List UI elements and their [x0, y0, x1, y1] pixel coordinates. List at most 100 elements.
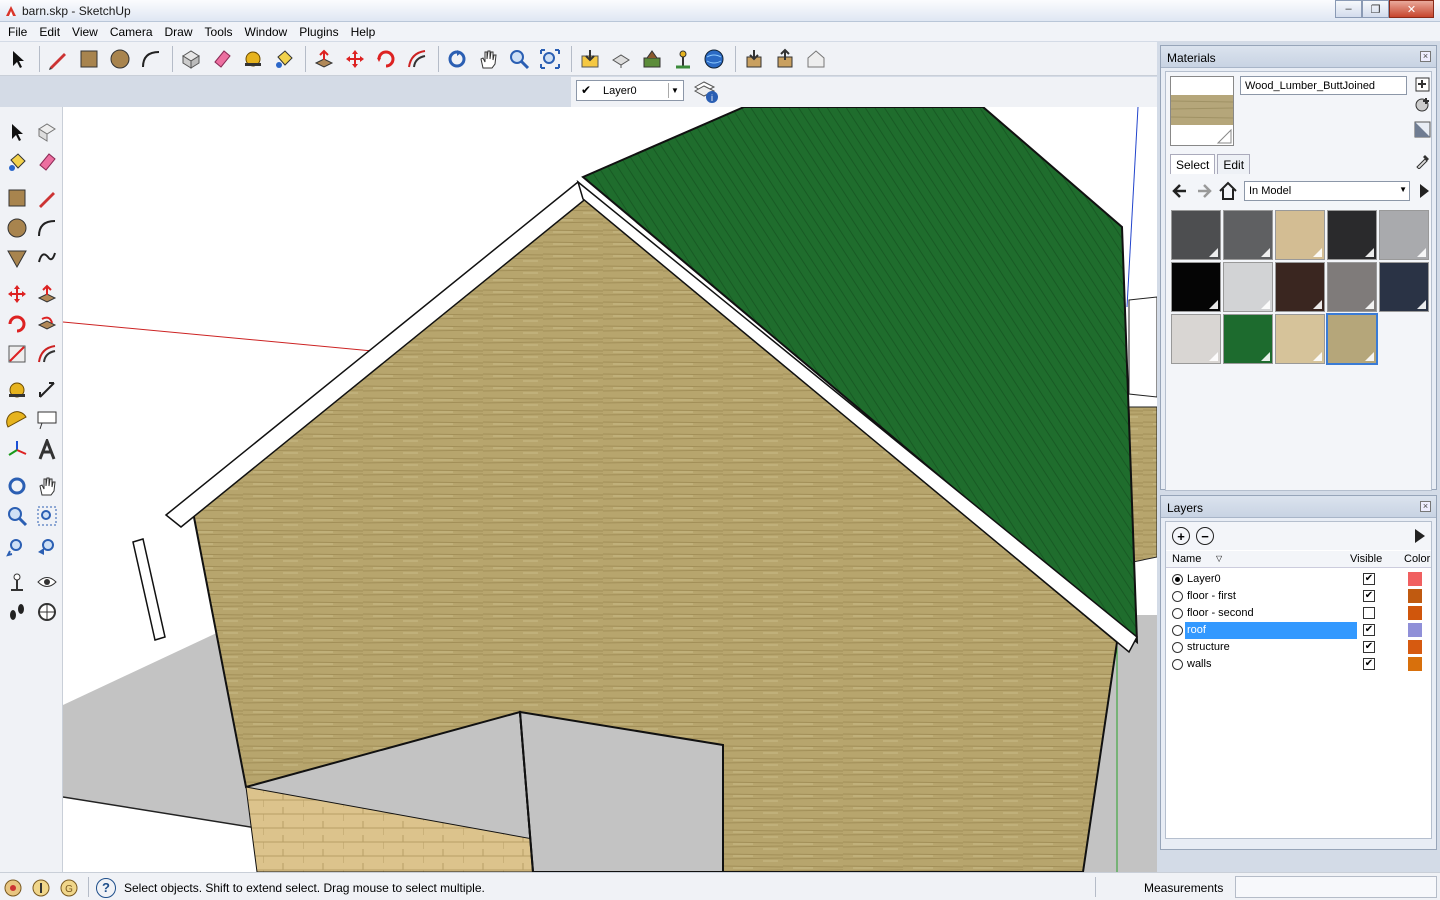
zoom-extents-button[interactable]: [2, 531, 32, 561]
line-tool-button[interactable]: [32, 183, 62, 213]
tape-measure-button[interactable]: [239, 45, 267, 73]
back-button[interactable]: [1170, 181, 1190, 201]
visible-checkbox[interactable]: ✔: [1363, 573, 1375, 585]
toggle-terrain-button[interactable]: [669, 45, 697, 73]
layer-row[interactable]: walls ✔: [1166, 656, 1431, 673]
look-around-button[interactable]: [32, 567, 62, 597]
offset-tool-button[interactable]: [32, 339, 62, 369]
pan-tool-button[interactable]: [474, 45, 502, 73]
get-models-button[interactable]: [576, 45, 604, 73]
visible-checkbox[interactable]: ✔: [1363, 624, 1375, 636]
layer-name[interactable]: floor - second: [1185, 605, 1357, 622]
component-download-button[interactable]: [740, 45, 768, 73]
layer-row[interactable]: floor - second: [1166, 605, 1431, 622]
tab-select[interactable]: Select: [1170, 154, 1216, 174]
3d-text-button[interactable]: [32, 435, 62, 465]
create-material-button[interactable]: [1414, 96, 1431, 113]
offset-tool-button[interactable]: [403, 45, 431, 73]
material-swatch[interactable]: [1223, 262, 1273, 312]
layer-name[interactable]: structure: [1185, 639, 1357, 656]
material-swatch[interactable]: [1275, 314, 1325, 364]
visible-checkbox[interactable]: [1363, 607, 1375, 619]
line-tool-button[interactable]: [44, 45, 72, 73]
menu-plugins[interactable]: Plugins: [293, 25, 344, 39]
material-swatch[interactable]: [1171, 210, 1221, 260]
material-swatch[interactable]: [1171, 262, 1221, 312]
zoom-extents-button[interactable]: [536, 45, 564, 73]
section-plane-button[interactable]: [32, 597, 62, 627]
layer-color-swatch[interactable]: [1408, 640, 1422, 654]
measurements-box[interactable]: [1235, 876, 1437, 898]
layer-name[interactable]: walls: [1185, 656, 1357, 673]
zoom-window-button[interactable]: [32, 501, 62, 531]
minimize-button[interactable]: ‒: [1335, 0, 1362, 18]
select-tool-button[interactable]: [2, 117, 32, 147]
layer-color-swatch[interactable]: [1408, 623, 1422, 637]
layer-manager-button[interactable]: i: [692, 77, 720, 105]
sign-in-icon[interactable]: G: [60, 879, 78, 897]
layer-row[interactable]: floor - first ✔: [1166, 588, 1431, 605]
active-layer-radio[interactable]: [1172, 591, 1183, 602]
previous-view-button[interactable]: [32, 531, 62, 561]
material-swatch[interactable]: [1275, 262, 1325, 312]
delete-layer-button[interactable]: −: [1196, 527, 1214, 545]
rectangle-tool-button[interactable]: [75, 45, 103, 73]
tape-measure-button[interactable]: [2, 375, 32, 405]
paint-bucket-button[interactable]: [2, 147, 32, 177]
maximize-button[interactable]: ❐: [1362, 0, 1389, 18]
material-swatch[interactable]: [1171, 314, 1221, 364]
menu-draw[interactable]: Draw: [159, 25, 199, 39]
material-swatch[interactable]: [1223, 210, 1273, 260]
rotate-tool-button[interactable]: [372, 45, 400, 73]
forward-button[interactable]: [1194, 181, 1214, 201]
paint-bucket-button[interactable]: [270, 45, 298, 73]
in-model-home-button[interactable]: [1218, 181, 1238, 201]
eraser-tool-button[interactable]: [32, 147, 62, 177]
material-swatch-selected[interactable]: [1326, 313, 1378, 365]
polygon-tool-button[interactable]: [2, 243, 32, 273]
axes-tool-button[interactable]: [2, 435, 32, 465]
layer-row[interactable]: structure ✔: [1166, 639, 1431, 656]
add-layer-button[interactable]: +: [1172, 527, 1190, 545]
position-camera-button[interactable]: [2, 567, 32, 597]
make-component-button[interactable]: [177, 45, 205, 73]
material-swatch[interactable]: [1275, 210, 1325, 260]
active-layer-radio[interactable]: [1172, 659, 1183, 670]
material-swatch[interactable]: [1327, 262, 1377, 312]
text-tool-button[interactable]: [32, 405, 62, 435]
credits-icon[interactable]: [32, 879, 50, 897]
move-tool-button[interactable]: [341, 45, 369, 73]
zoom-tool-button[interactable]: [505, 45, 533, 73]
menu-help[interactable]: Help: [345, 25, 382, 39]
freehand-tool-button[interactable]: [32, 243, 62, 273]
layer-row[interactable]: roof ✔: [1166, 622, 1431, 639]
layer-name[interactable]: roof: [1185, 622, 1357, 639]
component-upload-button[interactable]: [771, 45, 799, 73]
material-swatch[interactable]: [1223, 314, 1273, 364]
details-button[interactable]: [1414, 181, 1434, 201]
orbit-tool-button[interactable]: [2, 471, 32, 501]
layer-name[interactable]: floor - first: [1185, 588, 1357, 605]
active-layer-radio[interactable]: [1172, 574, 1183, 585]
orbit-tool-button[interactable]: [443, 45, 471, 73]
layer-color-swatch[interactable]: [1408, 606, 1422, 620]
share-model-button[interactable]: [607, 45, 635, 73]
menu-camera[interactable]: Camera: [104, 25, 159, 39]
visible-column-header[interactable]: Visible: [1350, 553, 1382, 565]
follow-me-button[interactable]: [32, 309, 62, 339]
menu-view[interactable]: View: [66, 25, 104, 39]
modeling-viewport[interactable]: [63, 107, 1157, 872]
close-icon[interactable]: ×: [1420, 51, 1431, 62]
close-icon[interactable]: ×: [1420, 501, 1431, 512]
arc-tool-button[interactable]: [32, 213, 62, 243]
menu-tools[interactable]: Tools: [199, 25, 239, 39]
push-pull-button[interactable]: [310, 45, 338, 73]
close-button[interactable]: ✕: [1389, 0, 1434, 18]
preview-google-earth-button[interactable]: [700, 45, 728, 73]
display-secondary-pane-button[interactable]: [1414, 76, 1431, 93]
material-swatch[interactable]: [1327, 210, 1377, 260]
active-layer-radio[interactable]: [1172, 625, 1183, 636]
active-layer-radio[interactable]: [1172, 608, 1183, 619]
walk-tool-button[interactable]: [2, 597, 32, 627]
menu-file[interactable]: File: [2, 25, 33, 39]
